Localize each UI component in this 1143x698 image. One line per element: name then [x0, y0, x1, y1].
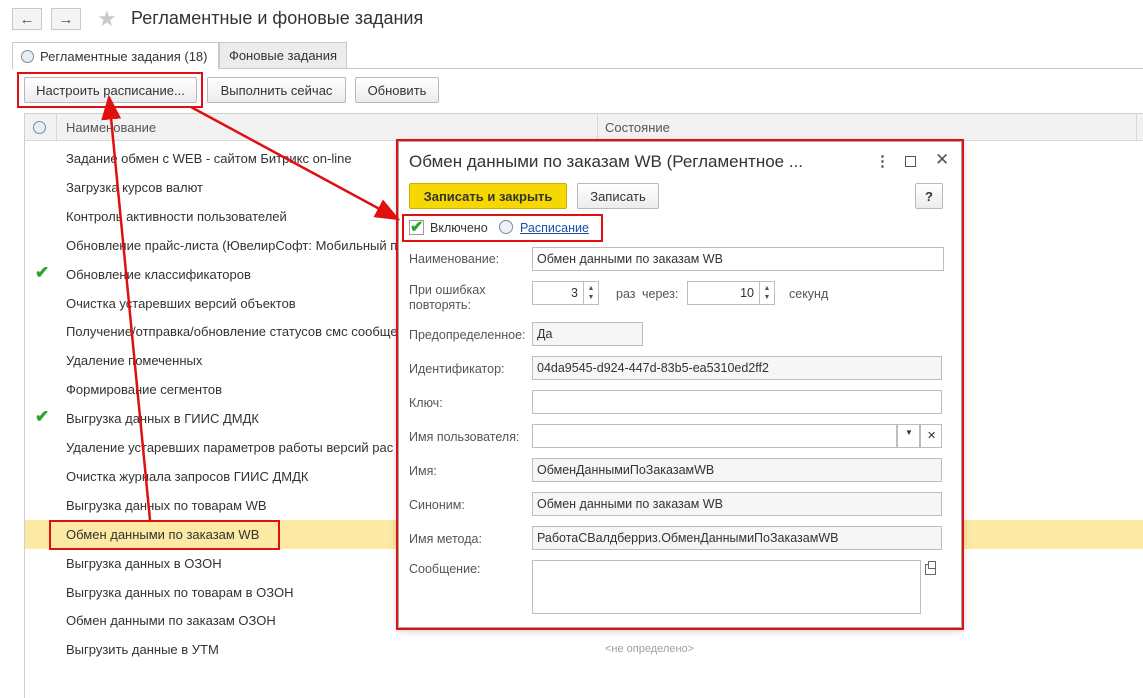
- annotation-arrows: [101, 94, 401, 521]
- tab-label: Регламентные задания (18): [40, 48, 208, 64]
- tab-scheduled-jobs[interactable]: Регламентные задания (18): [12, 42, 219, 69]
- arrow-to-enabled-schedule: [190, 105, 401, 221]
- clock-icon: [21, 49, 34, 63]
- arrow-to-configure-button: [101, 94, 152, 521]
